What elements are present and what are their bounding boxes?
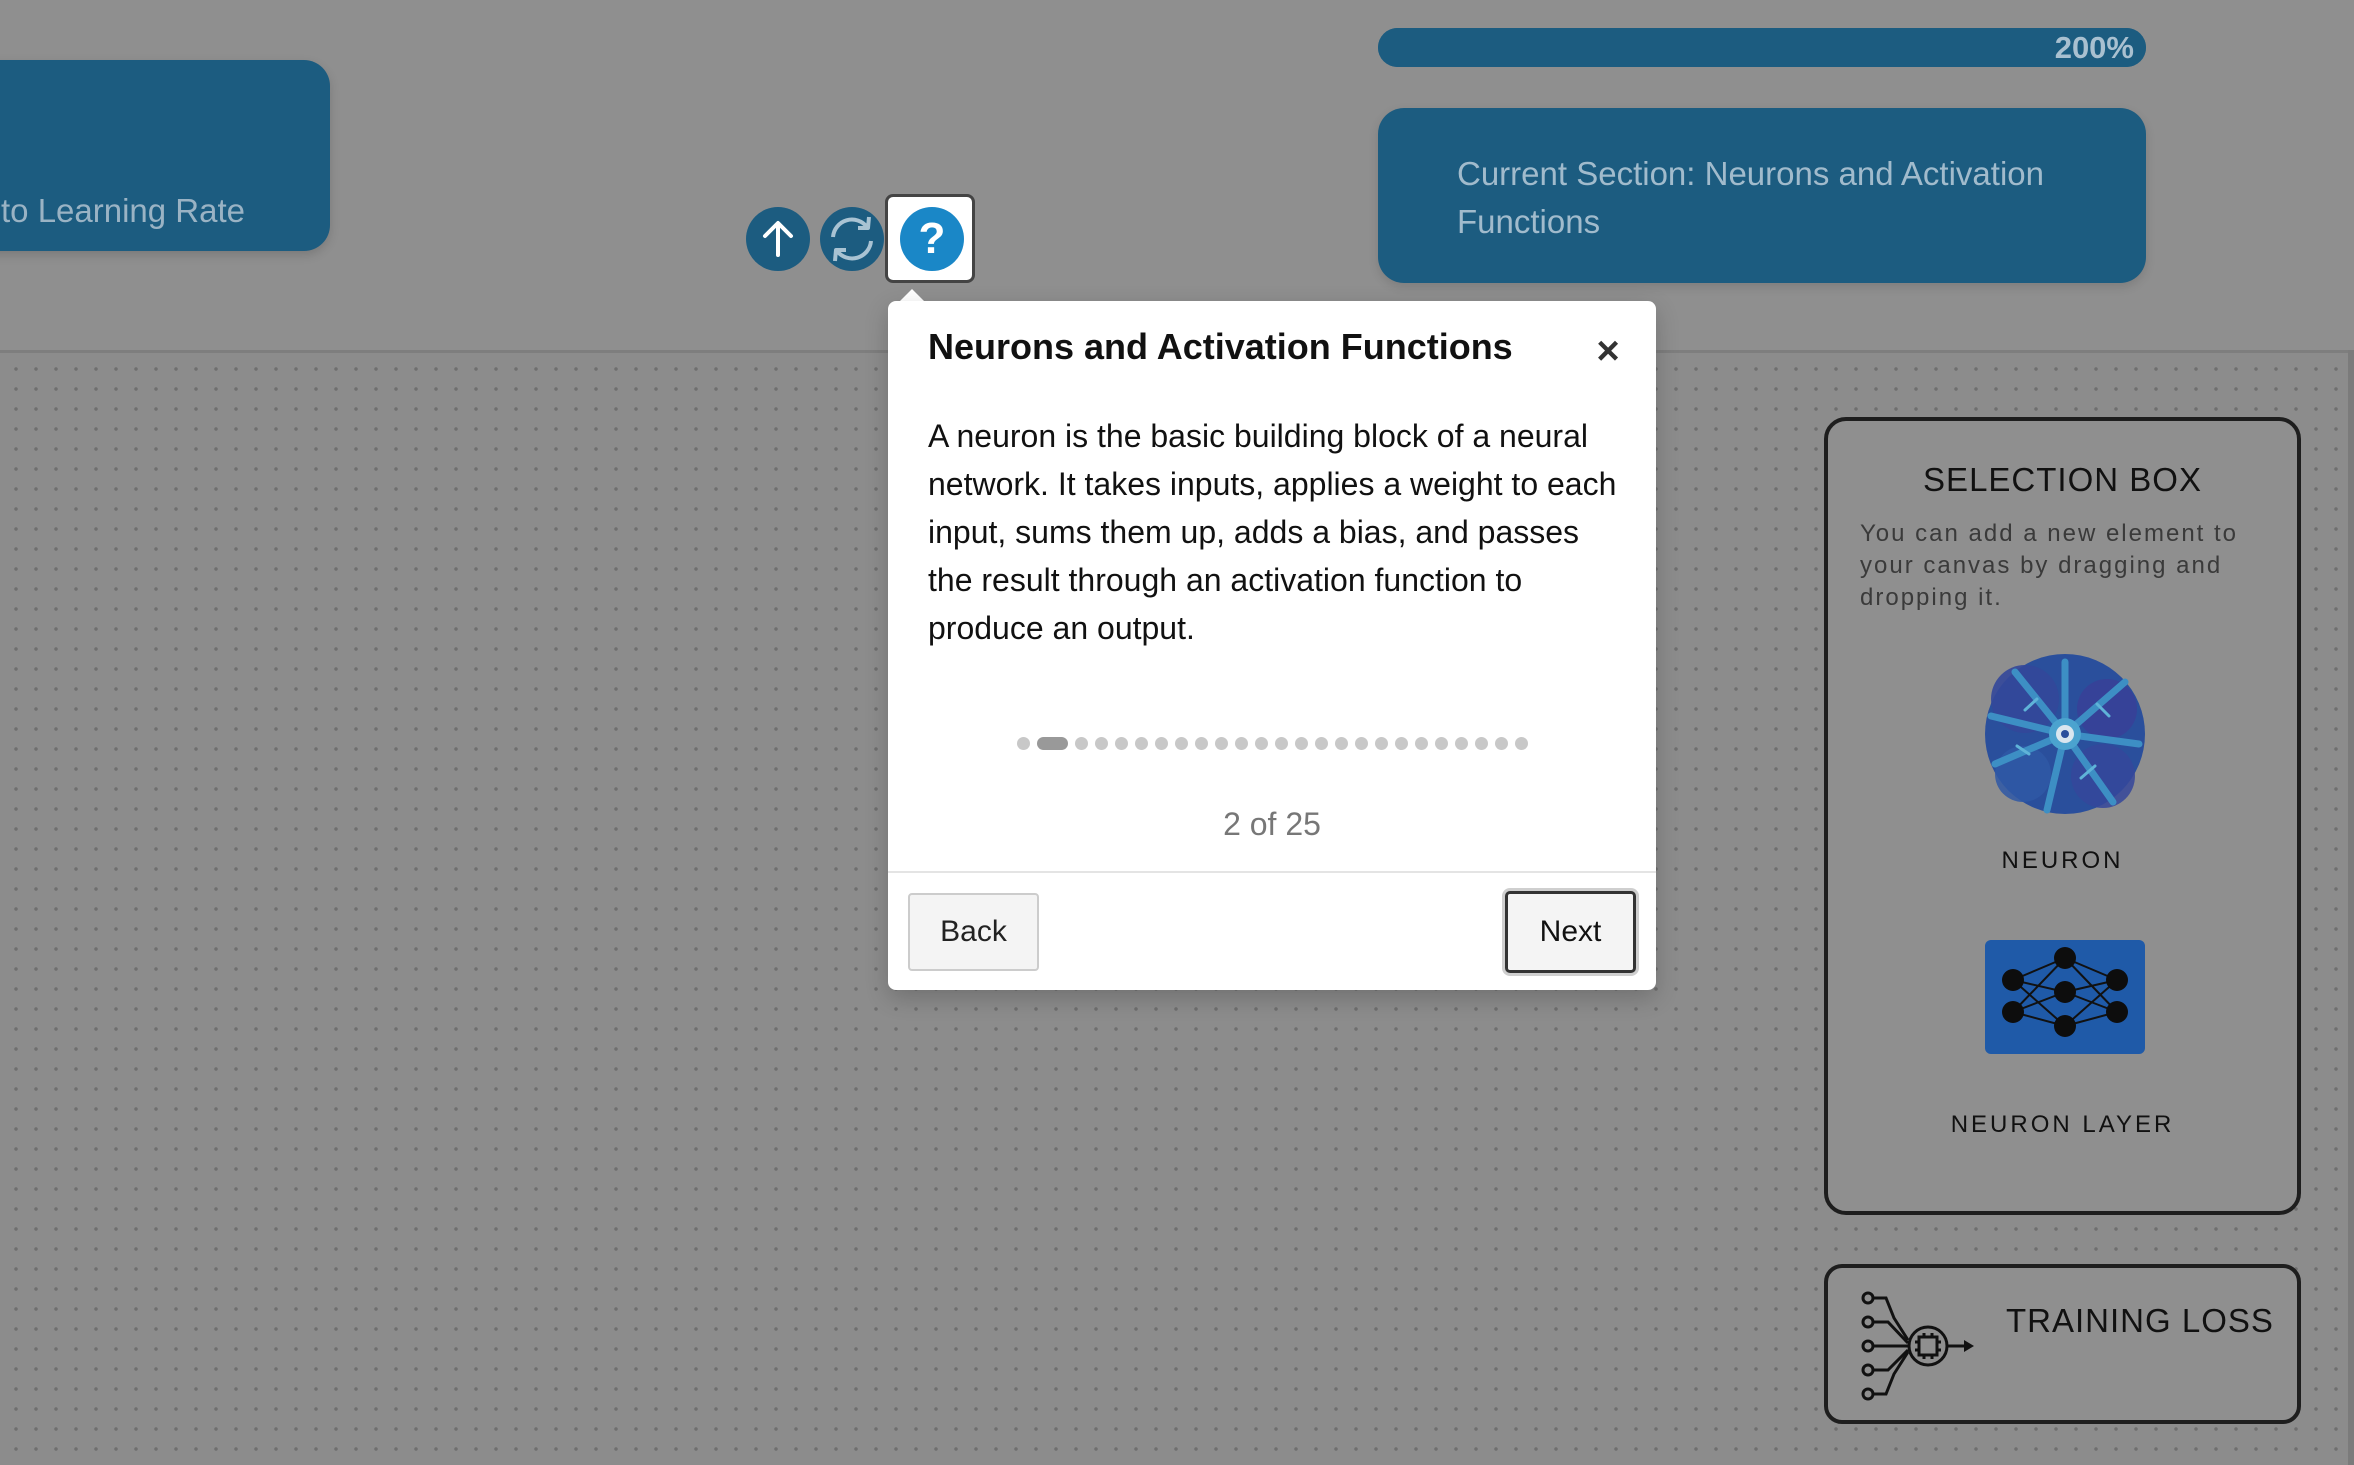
tour-step-counter: 2 of 25 <box>1223 806 1321 842</box>
topic-link-card[interactable]: to Learning Rate <box>0 60 330 251</box>
tour-dot[interactable] <box>1514 736 1528 750</box>
tour-progress-dots <box>888 735 1656 751</box>
tour-dot[interactable] <box>1294 736 1308 750</box>
neuron-layer-icon <box>1985 940 2145 1054</box>
progress-percent: 200% <box>2054 30 2134 65</box>
progress-bar: 200% <box>1378 28 2146 67</box>
neuron-layer-item-label: NEURON LAYER <box>1950 1111 2175 1138</box>
current-section-label: Current Section: Neurons and Activation … <box>1457 155 2044 240</box>
tour-dot[interactable] <box>1074 736 1088 750</box>
tour-dot[interactable] <box>1354 736 1368 750</box>
tour-dot[interactable] <box>1414 736 1428 750</box>
selection-box-panel: SELECTION BOX You can add a new element … <box>1824 417 2301 1215</box>
tour-dot-active[interactable] <box>1036 736 1068 750</box>
tour-dot[interactable] <box>1016 736 1030 750</box>
current-section-card: Current Section: Neurons and Activation … <box>1378 108 2146 283</box>
tour-popover: Neurons and Activation Functions × A neu… <box>888 301 1656 990</box>
training-loss-label: TRAINING LOSS <box>2006 1302 2274 1339</box>
tour-dot[interactable] <box>1174 736 1188 750</box>
selection-box-title: SELECTION BOX <box>1923 461 2202 498</box>
tour-dot[interactable] <box>1314 736 1328 750</box>
tour-dot[interactable] <box>1494 736 1508 750</box>
tour-description: A neuron is the basic building block of … <box>928 418 1617 646</box>
progress-bar-fill <box>1378 28 2146 67</box>
training-loss-card[interactable]: TRAINING LOSS <box>1824 1264 2301 1424</box>
tour-dot[interactable] <box>1114 736 1128 750</box>
tour-title: Neurons and Activation Functions <box>928 326 1513 367</box>
tour-dot[interactable] <box>1254 736 1268 750</box>
tour-dot[interactable] <box>1214 736 1228 750</box>
tour-dot[interactable] <box>1434 736 1448 750</box>
question-mark-glyph: ? <box>918 214 946 263</box>
selection-box-description: You can add a new element to your canvas… <box>1860 520 2239 611</box>
tour-dot[interactable] <box>1274 736 1288 750</box>
reset-button[interactable] <box>820 207 884 271</box>
tour-dot[interactable] <box>1334 736 1348 750</box>
tour-dot[interactable] <box>1374 736 1388 750</box>
next-button[interactable]: Next <box>1505 891 1636 973</box>
tour-dot[interactable] <box>1234 736 1248 750</box>
processor-network-icon <box>1858 1288 1978 1403</box>
popover-divider <box>888 871 1656 873</box>
canvas-scroll-edge <box>2348 350 2354 1465</box>
close-icon[interactable]: × <box>1588 326 1628 376</box>
tour-dot[interactable] <box>1154 736 1168 750</box>
back-button[interactable]: Back <box>908 893 1039 971</box>
neuron-draggable[interactable] <box>1985 654 2145 814</box>
app-page: to Learning Rate 200% Current Section: N… <box>0 0 2354 1465</box>
neuron-item-label: NEURON <box>2001 847 2124 874</box>
tour-dot[interactable] <box>1474 736 1488 750</box>
arrow-up-icon <box>763 221 793 257</box>
tour-dot[interactable] <box>1454 736 1468 750</box>
refresh-icon <box>831 216 873 262</box>
help-button[interactable]: ? <box>885 194 975 283</box>
help-icon: ? <box>900 207 964 271</box>
tour-dot[interactable] <box>1094 736 1108 750</box>
scroll-up-button[interactable] <box>746 207 810 271</box>
tour-dot[interactable] <box>1394 736 1408 750</box>
tour-dot[interactable] <box>1134 736 1148 750</box>
topic-link-label: to Learning Rate <box>1 192 246 229</box>
neuron-icon <box>1985 654 2145 814</box>
tour-dot[interactable] <box>1194 736 1208 750</box>
neuron-layer-draggable[interactable] <box>1985 940 2145 1054</box>
